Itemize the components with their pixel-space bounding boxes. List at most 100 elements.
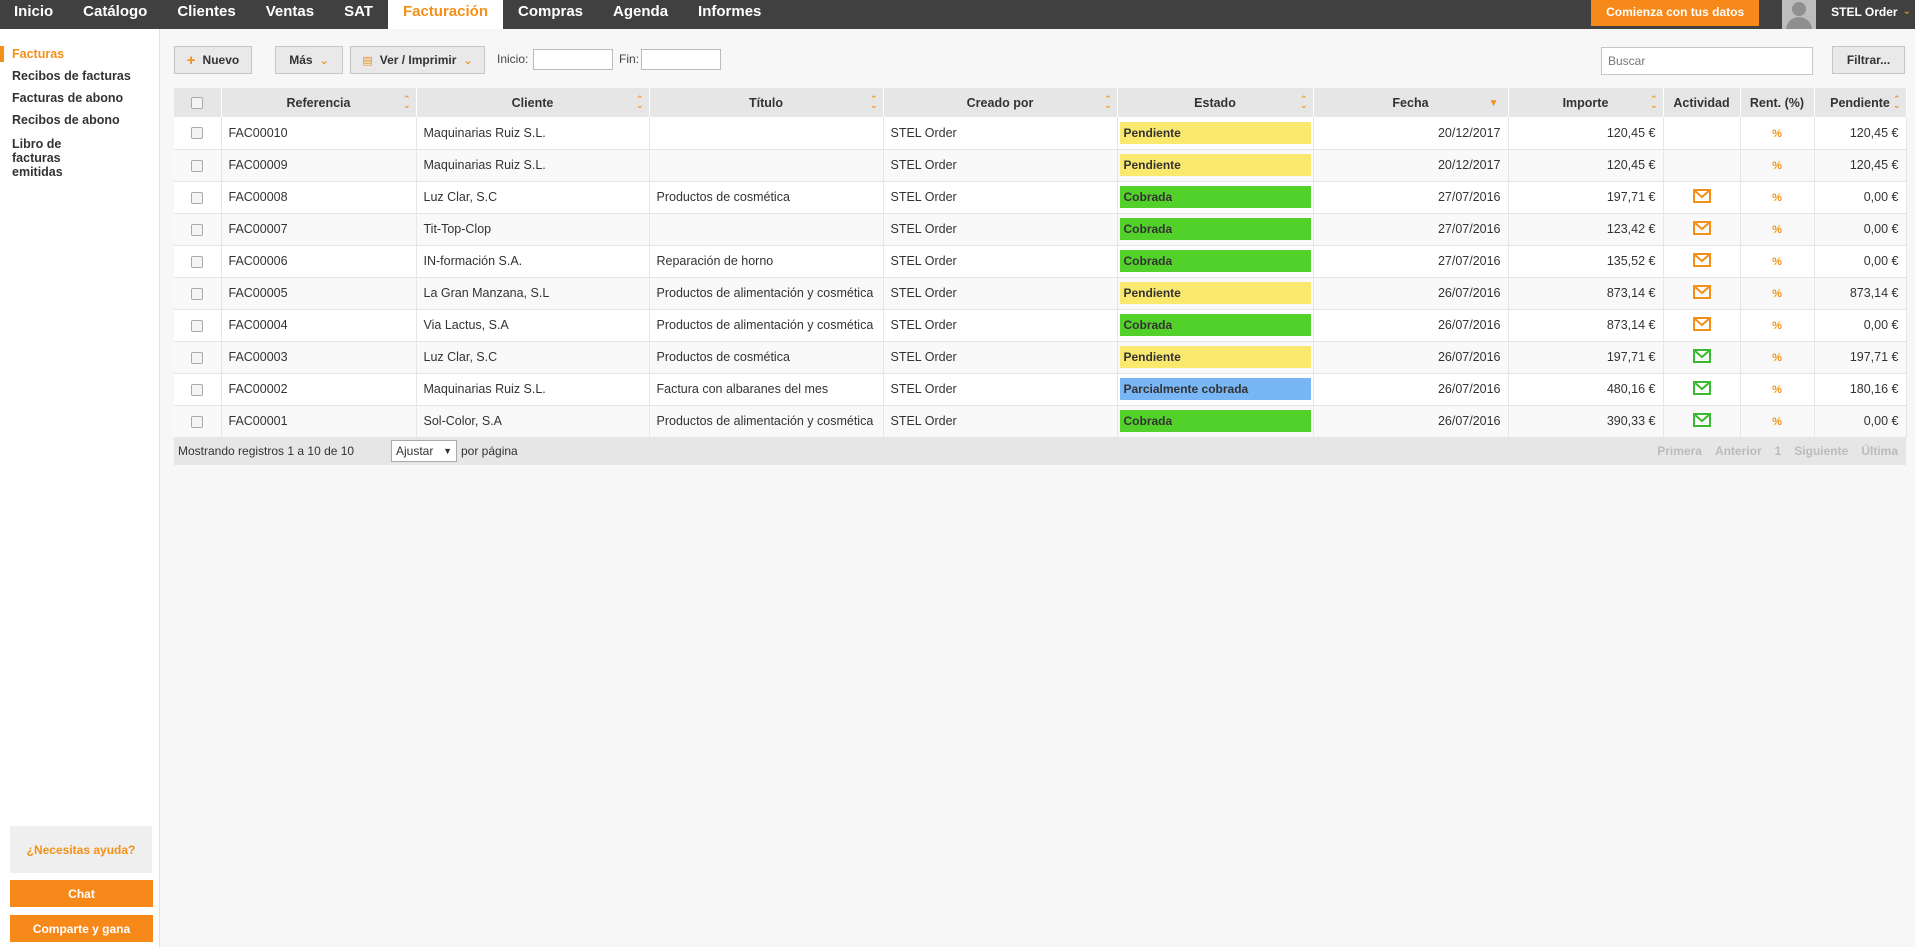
main-nav: Inicio Catálogo Clientes Ventas SAT Facturaci… — [0, 0, 776, 29]
nav-item-ventas[interactable]: Ventas — [251, 0, 329, 29]
mail-icon[interactable] — [1692, 316, 1711, 334]
cell-ref[interactable]: FAC00010 — [221, 117, 417, 150]
percent-icon[interactable]: % — [1772, 320, 1782, 332]
nav-item-clientes[interactable]: Clientes — [162, 0, 250, 29]
cell-ref[interactable]: FAC00004 — [221, 309, 417, 342]
user-avatar[interactable] — [1782, 0, 1817, 29]
sidebar-item-facturas-de-abono[interactable]: Facturas de abono — [0, 91, 135, 105]
help-box[interactable]: ¿Necesitas ayuda? — [10, 826, 152, 873]
table-row[interactable]: FAC00007 Tit-Top-Clop STEL Order Cobrada 27/… — [174, 213, 1907, 246]
percent-icon[interactable]: % — [1772, 352, 1782, 364]
percent-icon[interactable]: % — [1772, 128, 1782, 140]
nav-item-sat[interactable]: SAT — [329, 0, 388, 29]
new-button[interactable]: + Nuevo — [174, 46, 252, 74]
table-row[interactable]: FAC00008 Luz Clar, S.C Productos de cosmét… — [174, 181, 1907, 214]
column-header-pendiente[interactable]: Pendiente ⌃ ⌄ — [1814, 88, 1907, 117]
sidebar-item-recibos-de-facturas[interactable]: Recibos de facturas — [0, 69, 143, 83]
row-checkbox[interactable] — [191, 191, 204, 204]
row-checkbox[interactable] — [191, 287, 204, 300]
cell-ref[interactable]: FAC00005 — [221, 277, 417, 310]
mail-icon[interactable] — [1692, 412, 1711, 430]
column-header-cliente[interactable]: Cliente ⌃ ⌄ — [416, 88, 650, 117]
percent-icon[interactable]: % — [1772, 416, 1782, 428]
table-row[interactable]: FAC00002 Maquinarias Ruiz S.L. Factura con… — [174, 373, 1907, 406]
user-menu[interactable]: STEL Order ⌄ — [1816, 0, 1915, 29]
percent-icon[interactable]: % — [1772, 288, 1782, 300]
chat-button[interactable]: Chat — [10, 880, 153, 907]
mail-icon[interactable] — [1692, 348, 1711, 366]
nav-item-catalogo[interactable]: Catálogo — [68, 0, 162, 29]
column-header-rent[interactable]: Rent. (%) — [1740, 88, 1815, 117]
sidebar-item-recibos-de-abono[interactable]: Recibos de abono — [0, 113, 132, 127]
table-row[interactable]: FAC00004 Via Lactus, S.A Productos de alim… — [174, 309, 1907, 342]
row-checkbox[interactable] — [191, 319, 204, 332]
row-checkbox[interactable] — [191, 159, 204, 172]
filter-button[interactable]: Filtrar... — [1832, 46, 1905, 74]
more-button[interactable]: Más ⌄ — [275, 46, 343, 74]
column-header-creado-por[interactable]: Creado por ⌃ ⌄ — [883, 88, 1118, 117]
nav-item-inicio[interactable]: Inicio — [0, 0, 68, 29]
percent-icon[interactable]: % — [1772, 160, 1782, 172]
table-row[interactable]: FAC00009 Maquinarias Ruiz S.L. STEL Order P… — [174, 149, 1907, 182]
cell-ref[interactable]: FAC00003 — [221, 341, 417, 374]
cell-ref[interactable]: FAC00008 — [221, 181, 417, 214]
table-row[interactable]: FAC00003 Luz Clar, S.C Productos de cosmét… — [174, 341, 1907, 374]
mail-icon[interactable] — [1692, 380, 1711, 398]
table-row[interactable]: FAC00005 La Gran Manzana, S.L Productos de… — [174, 277, 1907, 310]
nav-item-informes[interactable]: Informes — [683, 0, 776, 29]
row-checkbox[interactable] — [191, 415, 204, 428]
row-checkbox[interactable] — [191, 255, 204, 268]
status-badge: Parcialmente cobrada — [1119, 378, 1311, 400]
sidebar-item-facturas[interactable]: Facturas — [0, 46, 76, 62]
pager-primera[interactable]: Primera — [1657, 444, 1702, 458]
cell-ref[interactable]: FAC00009 — [221, 149, 417, 182]
percent-icon[interactable]: % — [1772, 256, 1782, 268]
cell-ref[interactable]: FAC00002 — [221, 373, 417, 406]
share-and-earn-button[interactable]: Comparte y gana — [10, 915, 153, 942]
pager-siguiente[interactable]: Siguiente — [1794, 444, 1848, 458]
column-header-estado[interactable]: Estado ⌃ ⌄ — [1117, 88, 1314, 117]
column-header-referencia[interactable]: Referencia ⌃ ⌄ — [221, 88, 417, 117]
mail-icon[interactable] — [1692, 284, 1711, 302]
pager-1[interactable]: 1 — [1775, 444, 1782, 458]
cell-ref[interactable]: FAC00007 — [221, 213, 417, 246]
table-header-row: Referencia ⌃ ⌄ Cliente ⌃ ⌄ Título ⌃ ⌄ Creado por ⌃… — [174, 88, 1907, 117]
row-checkbox[interactable] — [191, 223, 204, 236]
start-with-data-button[interactable]: Comienza con tus datos — [1591, 0, 1760, 26]
pager-ultima[interactable]: Última — [1861, 444, 1898, 458]
cell-cliente: Maquinarias Ruiz S.L. — [416, 373, 650, 406]
nav-item-compras[interactable]: Compras — [503, 0, 598, 29]
page-size-select[interactable]: Ajustar ▼ — [391, 440, 457, 462]
mail-icon[interactable] — [1692, 252, 1711, 270]
percent-icon[interactable]: % — [1772, 192, 1782, 204]
search-input[interactable] — [1601, 47, 1813, 75]
column-header-fecha[interactable]: Fecha ▼ — [1313, 88, 1509, 117]
column-header-importe[interactable]: Importe ⌃ ⌄ — [1508, 88, 1664, 117]
column-header-actividad[interactable]: Actividad — [1663, 88, 1741, 117]
cell-titulo: Productos de alimentación y cosmética — [649, 405, 884, 438]
row-checkbox[interactable] — [191, 383, 204, 396]
cell-rentabilidad: % — [1740, 149, 1815, 182]
view-print-button[interactable]: ▤ Ver / Imprimir ⌄ — [350, 46, 485, 74]
page-size-value: Ajustar — [396, 444, 434, 458]
start-date-input[interactable] — [533, 49, 613, 70]
nav-item-facturacion[interactable]: Facturación — [387, 0, 503, 29]
table-row[interactable]: FAC00006 IN-formación S.A. Reparación de h… — [174, 245, 1907, 278]
mail-icon[interactable] — [1692, 220, 1711, 238]
cell-ref[interactable]: FAC00001 — [221, 405, 417, 438]
cell-actividad — [1663, 309, 1741, 342]
percent-icon[interactable]: % — [1772, 384, 1782, 396]
table-row[interactable]: FAC00010 Maquinarias Ruiz S.L. STEL Order P… — [174, 117, 1907, 150]
nav-item-agenda[interactable]: Agenda — [598, 0, 683, 29]
cell-ref[interactable]: FAC00006 — [221, 245, 417, 278]
pager-anterior[interactable]: Anterior — [1715, 444, 1762, 458]
sidebar-item-libro-de-facturas-emitidas[interactable]: Libro de facturas emitidas — [0, 137, 120, 179]
row-checkbox[interactable] — [191, 127, 204, 140]
mail-icon[interactable] — [1692, 188, 1711, 206]
row-checkbox[interactable] — [191, 351, 204, 364]
column-header-titulo[interactable]: Título ⌃ ⌄ — [649, 88, 884, 117]
table-row[interactable]: FAC00001 Sol-Color, S.A Productos de alime… — [174, 405, 1907, 438]
select-all-checkbox[interactable] — [191, 97, 204, 110]
end-date-input[interactable] — [641, 49, 721, 70]
percent-icon[interactable]: % — [1772, 224, 1782, 236]
